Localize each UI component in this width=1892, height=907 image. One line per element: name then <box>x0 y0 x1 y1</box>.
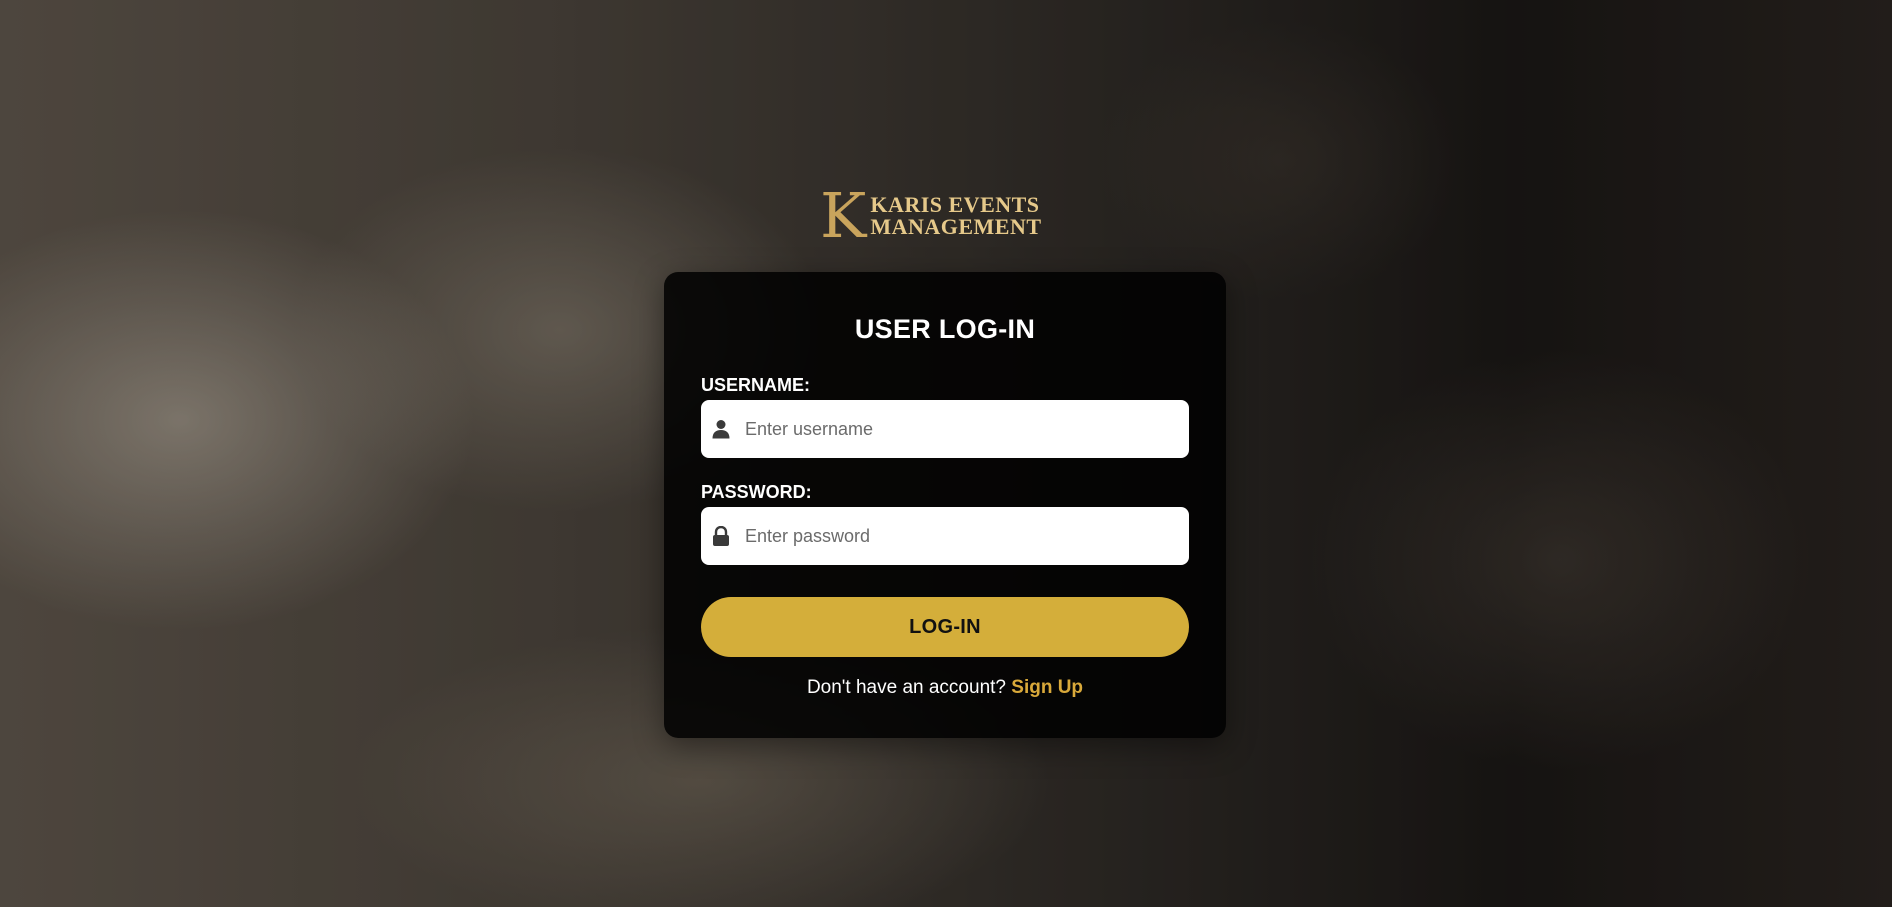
signup-link[interactable]: Sign Up <box>1011 677 1083 698</box>
login-button[interactable]: LOG-IN <box>701 597 1189 657</box>
signup-prompt: Don't have an account? Sign Up <box>664 676 1226 700</box>
login-card: USER LOG-IN USERNAME: PASSWORD: LOG-IN D… <box>664 272 1226 738</box>
user-icon <box>711 418 731 440</box>
brand-logo: K KARIS EVENTS MANAGEMENT <box>820 185 1060 247</box>
logo-wordmark: KARIS EVENTS MANAGEMENT <box>870 194 1041 238</box>
login-title: USER LOG-IN <box>854 314 1036 344</box>
password-input[interactable] <box>745 516 1165 556</box>
password-field[interactable] <box>701 507 1189 565</box>
logo-line-1: KARIS EVENTS <box>870 192 1040 217</box>
logo-line-2: MANAGEMENT <box>870 214 1042 239</box>
password-label: PASSWORD: <box>701 482 812 502</box>
username-input[interactable] <box>745 409 1165 449</box>
signup-prompt-text: Don't have an account? <box>806 677 1006 698</box>
username-field[interactable] <box>701 400 1189 458</box>
username-label: USERNAME: <box>701 375 811 395</box>
lock-icon <box>711 525 731 547</box>
logo-monogram: K <box>820 179 867 252</box>
